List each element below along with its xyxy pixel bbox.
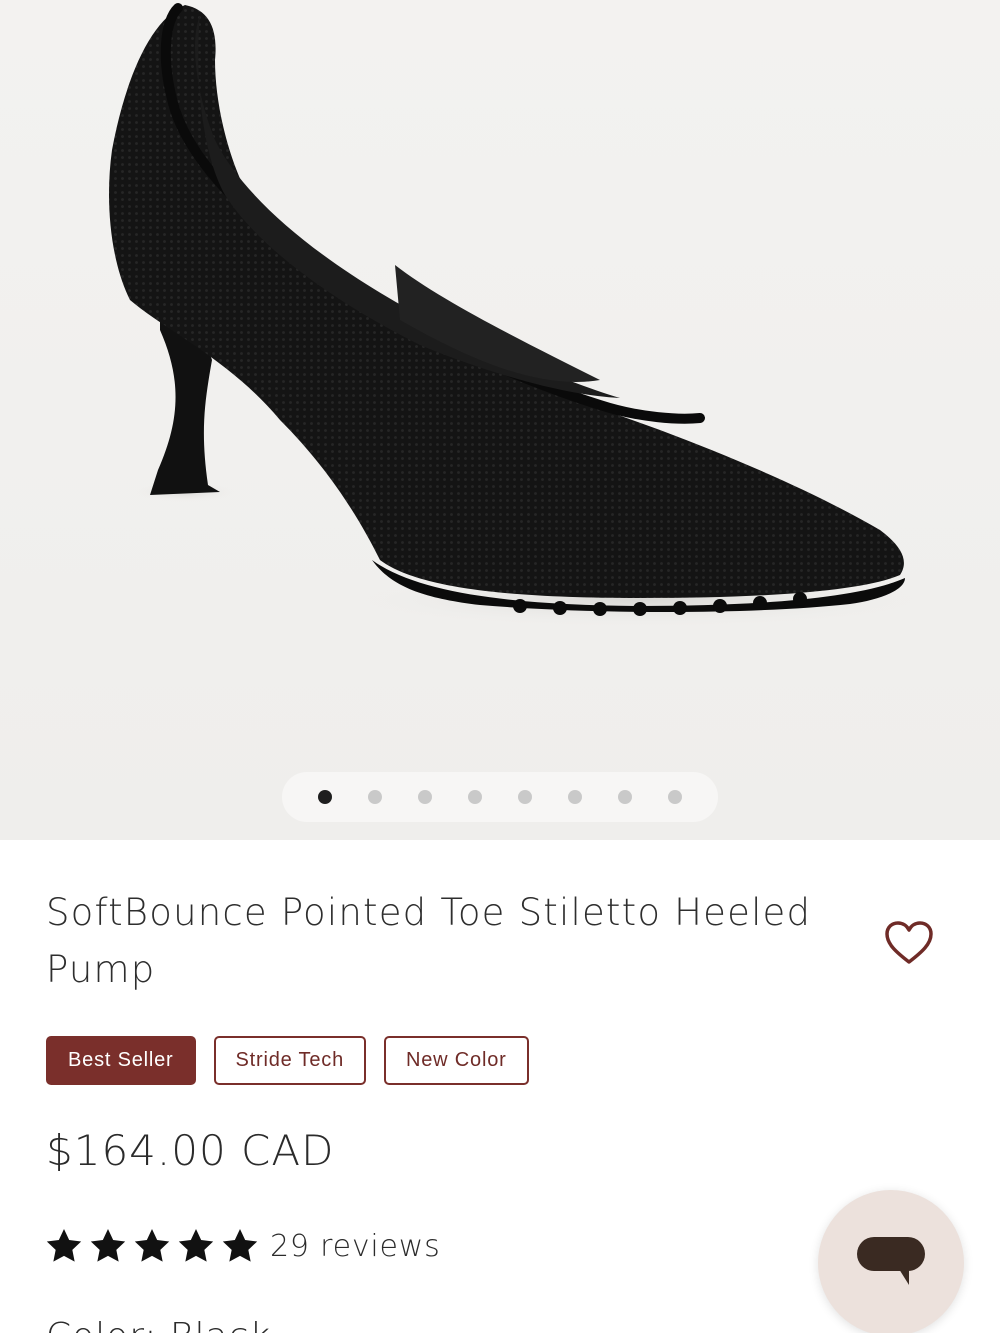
carousel-dot[interactable]: [568, 790, 582, 804]
heart-outline-icon: [885, 921, 933, 964]
product-rating: 29 reviews: [44, 1226, 441, 1266]
star-rating: [44, 1226, 260, 1266]
badge-best-seller: Best Seller: [46, 1036, 196, 1085]
chat-bubble-icon: [857, 1237, 925, 1285]
star-icon: [178, 1229, 214, 1262]
carousel-dot[interactable]: [668, 790, 682, 804]
chat-button[interactable]: [818, 1190, 964, 1333]
carousel-dot[interactable]: [318, 790, 332, 804]
product-badges: Best Seller Stride Tech New Color: [46, 1036, 529, 1085]
product-title: SoftBounce Pointed Toe Stiletto Heeled P…: [46, 891, 812, 991]
carousel-dot[interactable]: [518, 790, 532, 804]
wishlist-button[interactable]: [880, 914, 938, 972]
carousel-dot[interactable]: [618, 790, 632, 804]
product-page: SoftBounce Pointed Toe Stiletto Heeled P…: [0, 0, 1000, 1333]
product-image: [109, 3, 940, 628]
star-icon: [90, 1229, 126, 1262]
reviews-link[interactable]: 29 reviews: [270, 1229, 441, 1264]
carousel-dot[interactable]: [468, 790, 482, 804]
carousel-dot[interactable]: [368, 790, 382, 804]
badge-new-color: New Color: [384, 1036, 529, 1085]
product-price: $164.00 CAD: [46, 1126, 335, 1175]
star-icon: [46, 1229, 82, 1262]
carousel-dots: [282, 772, 718, 822]
product-image-carousel[interactable]: [0, 0, 1000, 840]
star-icon: [134, 1229, 170, 1262]
carousel-dot[interactable]: [418, 790, 432, 804]
badge-stride-tech: Stride Tech: [213, 1036, 367, 1085]
color-label: Color: Black: [46, 1316, 271, 1333]
star-icon: [222, 1229, 258, 1262]
